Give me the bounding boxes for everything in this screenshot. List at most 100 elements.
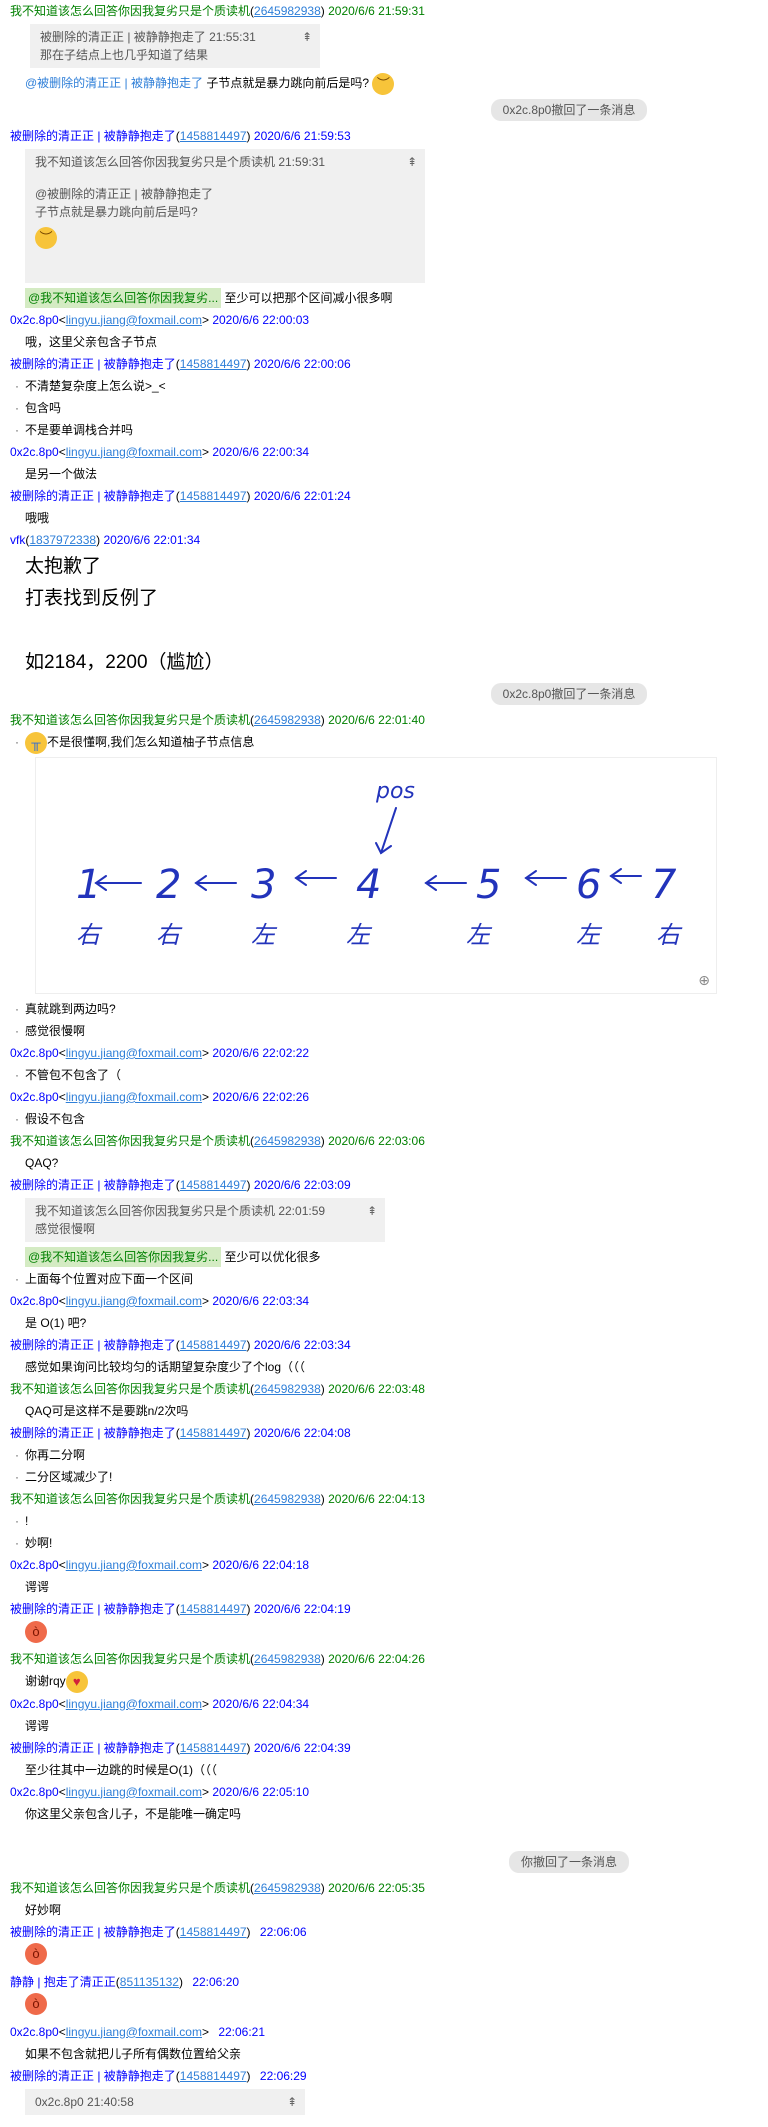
quote-header: 我不知道该怎么回答你因我复劣只是个质读机 21:59:31 — [35, 154, 326, 169]
sender-qq[interactable]: 1458814497 — [180, 1741, 247, 1755]
sender-qq[interactable]: 1458814497 — [180, 357, 247, 371]
angry-emoji-icon: ò — [25, 1943, 47, 1966]
timestamp: 2020/6/6 22:04:19 — [253, 1601, 351, 1616]
zoom-in-icon[interactable]: ⊕ — [698, 972, 710, 989]
sender-qq[interactable]: 851135132 — [120, 1975, 179, 1989]
message-text: 谢谢rqy — [25, 1673, 66, 1688]
sender-email[interactable]: lingyu.jiang@foxmail.com — [66, 313, 202, 327]
message-text: 好妙啊 — [25, 1902, 62, 1917]
sender-name[interactable]: 我不知道该怎么回答你因我复劣只是个质读机 — [10, 713, 250, 727]
sender-name[interactable]: 我不知道该怎么回答你因我复劣只是个质读机 — [10, 4, 250, 18]
timestamp: 2020/6/6 22:03:34 — [212, 1293, 310, 1308]
sender-qq[interactable]: 2645982938 — [254, 4, 321, 18]
sender-qq[interactable]: 1458814497 — [180, 489, 247, 503]
direction-label: 右 — [656, 921, 683, 949]
sender-email[interactable]: lingyu.jiang@foxmail.com — [66, 445, 202, 459]
sender-email[interactable]: lingyu.jiang@foxmail.com — [66, 1697, 202, 1711]
pin-icon[interactable]: ⇞ — [367, 1202, 377, 1220]
sender-qq[interactable]: 2645982938 — [254, 1881, 321, 1895]
sender-name[interactable]: 0x2c.8p0 — [10, 445, 59, 459]
sender-name[interactable]: 0x2c.8p0 — [10, 2025, 59, 2039]
sender-name[interactable]: 我不知道该怎么回答你因我复劣只是个质读机 — [10, 1382, 250, 1396]
sender-name[interactable]: 0x2c.8p0 — [10, 1558, 59, 1572]
sender-name[interactable]: 被删除的清正正 | 被静静抱走了 — [10, 1602, 176, 1616]
sender-qq[interactable]: 1458814497 — [180, 1178, 247, 1192]
sender-qq[interactable]: 2645982938 — [254, 1382, 321, 1396]
sender-name[interactable]: 被删除的清正正 | 被静静抱走了 — [10, 129, 176, 143]
sender-qq[interactable]: 2645982938 — [254, 1134, 321, 1148]
sender-email[interactable]: lingyu.jiang@foxmail.com — [66, 1294, 202, 1308]
sender-name[interactable]: 0x2c.8p0 — [10, 313, 59, 327]
reply-quote[interactable]: 我不知道该怎么回答你因我复劣只是个质读机 22:01:59 感觉很慢啊 ⇞ — [25, 1197, 385, 1242]
msg-header: 0x2c.8p0<lingyu.jiang@foxmail.com> 2020/… — [10, 1045, 310, 1060]
sender-qq[interactable]: 1458814497 — [180, 1602, 247, 1616]
msg-header: 我不知道该怎么回答你因我复劣只是个质读机(2645982938) 2020/6/… — [10, 712, 425, 727]
sender-name[interactable]: 0x2c.8p0 — [10, 1785, 59, 1799]
sender-name[interactable]: 静静 | 抱走了清正正 — [10, 1975, 116, 1989]
sender-name[interactable]: 0x2c.8p0 — [10, 1090, 59, 1104]
message-body: @我不知道该怎么回答你因我复劣... 至少可以优化很多 — [10, 1246, 768, 1268]
timestamp: 22:06:29 — [259, 2068, 307, 2083]
sender-qq[interactable]: 2645982938 — [254, 713, 321, 727]
sender-qq[interactable]: 1458814497 — [180, 2069, 247, 2083]
message-text: 包含吗 — [10, 397, 768, 419]
sender-name[interactable]: 被删除的清正正 | 被静静抱走了 — [10, 2069, 176, 2083]
direction-label: 左 — [251, 921, 278, 949]
sender-name[interactable]: 我不知道该怎么回答你因我复劣只是个质读机 — [10, 1134, 250, 1148]
number-label: 3 — [251, 862, 276, 908]
sender-email[interactable]: lingyu.jiang@foxmail.com — [66, 1785, 202, 1799]
message-text: 打表找到反例了 — [25, 587, 159, 609]
sender-name[interactable]: 我不知道该怎么回答你因我复劣只是个质读机 — [10, 1652, 250, 1666]
pos-label: pos — [375, 779, 415, 804]
sender-name[interactable]: 被删除的清正正 | 被静静抱走了 — [10, 489, 176, 503]
mention[interactable]: @我不知道该怎么回答你因我复劣... — [25, 1246, 222, 1267]
sender-name[interactable]: vfk — [10, 533, 25, 547]
sender-name[interactable]: 0x2c.8p0 — [10, 1046, 59, 1060]
sender-email[interactable]: lingyu.jiang@foxmail.com — [66, 2025, 202, 2039]
sender-name[interactable]: 我不知道该怎么回答你因我复劣只是个质读机 — [10, 1492, 250, 1506]
sender-name[interactable]: 被删除的清正正 | 被静静抱走了 — [10, 357, 176, 371]
timestamp: 2020/6/6 22:04:34 — [212, 1696, 310, 1711]
sender-name[interactable]: 被删除的清正正 | 被静静抱走了 — [10, 1178, 176, 1192]
sender-qq[interactable]: 1837972338 — [29, 533, 96, 547]
pin-icon[interactable]: ⇞ — [287, 2093, 297, 2111]
sender-qq[interactable]: 1458814497 — [180, 1426, 247, 1440]
sender-qq[interactable]: 2645982938 — [254, 1652, 321, 1666]
message-text: 不是很懂啊,我们怎么知道柚子节点信息 — [47, 734, 255, 749]
sender-name[interactable]: 被删除的清正正 | 被静静抱走了 — [10, 1925, 176, 1939]
mention[interactable]: @被删除的清正正 | 被静静抱走了 — [25, 76, 203, 90]
reply-quote[interactable]: 我不知道该怎么回答你因我复劣只是个质读机 21:59:31 @被删除的清正正 |… — [25, 148, 425, 283]
msg-header: 0x2c.8p0<lingyu.jiang@foxmail.com> 2020/… — [10, 1293, 310, 1308]
mention[interactable]: @我不知道该怎么回答你因我复劣... — [25, 287, 222, 308]
sender-qq[interactable]: 1458814497 — [180, 129, 247, 143]
handwritten-image[interactable]: pos 1 2 3 4 5 6 7 右 右 左 左 左 左 右 ⊕ — [35, 756, 717, 994]
timestamp: 2020/6/6 22:02:26 — [212, 1089, 310, 1104]
sender-email[interactable]: lingyu.jiang@foxmail.com — [66, 1090, 202, 1104]
reply-quote[interactable]: 0x2c.8p0 21:40:58 ⇞ — [25, 2088, 305, 2115]
direction-label: 右 — [76, 921, 103, 949]
message-text: 妙啊! — [10, 1532, 768, 1554]
system-notice: 0x2c.8p0撤回了一条消息 — [10, 682, 768, 705]
pin-icon[interactable]: ⇞ — [302, 28, 312, 46]
sender-email[interactable]: lingyu.jiang@foxmail.com — [66, 1558, 202, 1572]
reply-quote[interactable]: 被删除的清正正 | 被静静抱走了 21:55:31 那在子结点上也几乎知道了结果… — [30, 24, 320, 68]
pensive-emoji-icon: ︶ — [372, 72, 395, 95]
msg-header: 被删除的清正正 | 被静静抱走了(1458814497) 2020/6/6 22… — [10, 1425, 351, 1440]
sender-name[interactable]: 我不知道该怎么回答你因我复劣只是个质读机 — [10, 1881, 250, 1895]
sender-name[interactable]: 0x2c.8p0 — [10, 1697, 59, 1711]
msg-header: vfk(1837972338) 2020/6/6 22:01:34 — [10, 532, 201, 547]
handwriting-sketch: pos 1 2 3 4 5 6 7 右 右 左 左 左 左 右 — [76, 779, 683, 949]
quote-text: 那在子结点上也几乎知道了结果 — [40, 48, 209, 62]
sender-qq[interactable]: 1458814497 — [180, 1338, 247, 1352]
sender-name[interactable]: 被删除的清正正 | 被静静抱走了 — [10, 1426, 176, 1440]
sender-qq[interactable]: 1458814497 — [180, 1925, 247, 1939]
pin-icon[interactable]: ⇞ — [407, 153, 417, 171]
sender-name[interactable]: 被删除的清正正 | 被静静抱走了 — [10, 1338, 176, 1352]
sender-email[interactable]: lingyu.jiang@foxmail.com — [66, 1046, 202, 1060]
sender-name[interactable]: 0x2c.8p0 — [10, 1294, 59, 1308]
message-text: 假设不包含 — [10, 1108, 768, 1130]
message-text: 是另一个做法 — [25, 466, 98, 481]
msg-header: 我不知道该怎么回答你因我复劣只是个质读机(2645982938) 2020/6/… — [10, 1491, 425, 1506]
sender-name[interactable]: 被删除的清正正 | 被静静抱走了 — [10, 1741, 176, 1755]
sender-qq[interactable]: 2645982938 — [254, 1492, 321, 1506]
